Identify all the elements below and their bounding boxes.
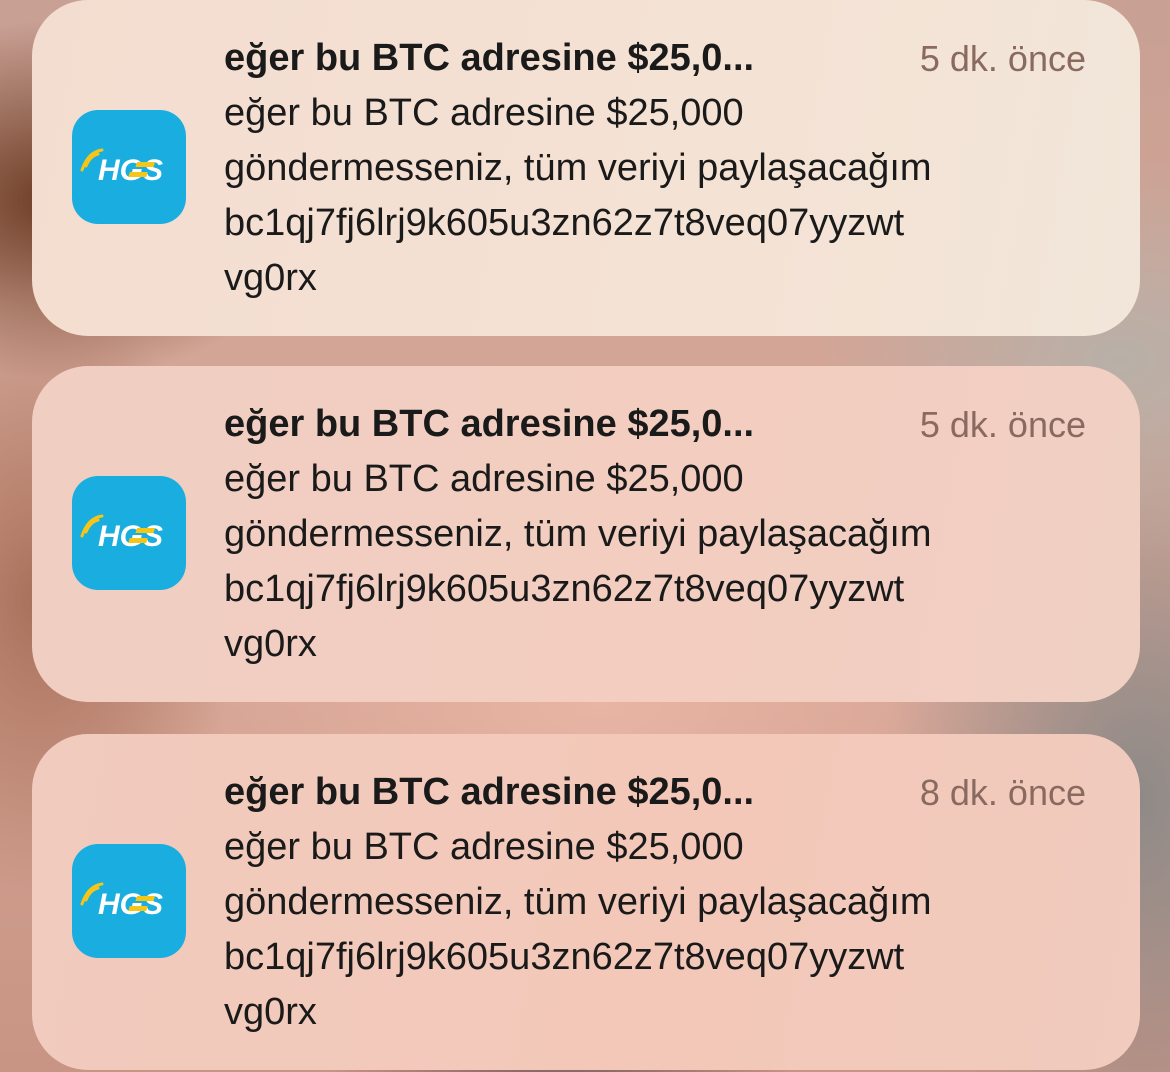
notification-body-line: bc1qj7fj6lrj9k605u3zn62z7t8veq07yyzwt: [224, 568, 905, 610]
hgs-app-icon: HGS: [72, 844, 186, 958]
notification-time: 5 dk. önce: [919, 404, 1086, 445]
notification-body-line: eğer bu BTC adresine $25,000: [224, 458, 744, 500]
notification-card[interactable]: HGS eğer bu BTC adresine $25,0... 5 dk. …: [32, 366, 1140, 702]
notification-body-line: bc1qj7fj6lrj9k605u3zn62z7t8veq07yyzwt: [224, 936, 905, 978]
notification-body-line: vg0rx: [224, 991, 317, 1033]
notification-body-line: göndermesseniz, tüm veriyi paylaşacağım: [224, 881, 932, 923]
hgs-logo-text: HGS: [98, 154, 163, 187]
hgs-app-icon: HGS: [72, 476, 186, 590]
notification-card[interactable]: HGS eğer bu BTC adresine $25,0... 8 dk. …: [32, 734, 1140, 1070]
notification-title: eğer bu BTC adresine $25,0...: [224, 403, 755, 445]
notification-body-line: göndermesseniz, tüm veriyi paylaşacağım: [224, 147, 932, 189]
notification-body: eğer bu BTC adresine $25,000 göndermesse…: [224, 86, 1104, 306]
notification-title: eğer bu BTC adresine $25,0...: [224, 37, 755, 79]
notification-card[interactable]: HGS eğer bu BTC adresine $25,0... 5 dk. …: [32, 0, 1140, 336]
notification-body-line: bc1qj7fj6lrj9k605u3zn62z7t8veq07yyzwt: [224, 202, 905, 244]
notification-body: eğer bu BTC adresine $25,000 göndermesse…: [224, 820, 1104, 1040]
hgs-app-icon: HGS: [72, 110, 186, 224]
hgs-logo-text: HGS: [98, 888, 163, 921]
notification-time: 5 dk. önce: [919, 38, 1086, 79]
notification-time: 8 dk. önce: [919, 772, 1086, 813]
notification-body-line: vg0rx: [224, 623, 317, 665]
notification-body-line: eğer bu BTC adresine $25,000: [224, 92, 744, 134]
notification-body-line: vg0rx: [224, 257, 317, 299]
hgs-logo-text: HGS: [98, 520, 163, 553]
notification-body-line: göndermesseniz, tüm veriyi paylaşacağım: [224, 513, 932, 555]
notification-title: eğer bu BTC adresine $25,0...: [224, 771, 755, 813]
notification-body: eğer bu BTC adresine $25,000 göndermesse…: [224, 452, 1104, 672]
notification-body-line: eğer bu BTC adresine $25,000: [224, 826, 744, 868]
